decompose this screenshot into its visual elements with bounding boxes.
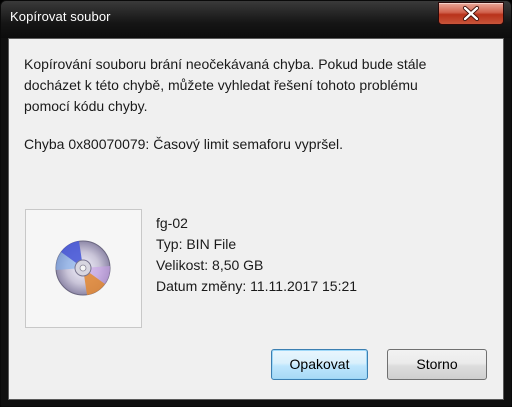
error-code-text: Chyba 0x80070079: Časový limit semaforu … bbox=[24, 136, 344, 152]
file-size: Velikost: 8,50 GB bbox=[156, 257, 264, 273]
title-bar[interactable]: Kopírovat soubor bbox=[1, 1, 511, 38]
disc-image-icon bbox=[55, 240, 111, 296]
error-message: Kopírování souboru brání neočekávaná chy… bbox=[24, 54, 494, 117]
file-name: fg-02 bbox=[156, 215, 188, 231]
message-line: Kopírování souboru brání neočekávaná chy… bbox=[24, 56, 427, 72]
window-title: Kopírovat soubor bbox=[10, 9, 111, 24]
retry-button[interactable]: Opakovat bbox=[271, 349, 368, 380]
file-modified-date: Datum změny: 11.11.2017 15:21 bbox=[156, 278, 358, 294]
message-line: pomocí kódu chyby. bbox=[24, 98, 148, 114]
file-thumbnail bbox=[25, 209, 142, 328]
cancel-button[interactable]: Storno bbox=[387, 349, 487, 380]
file-info: fg-02 Typ: BIN File Velikost: 8,50 GB Da… bbox=[156, 213, 357, 297]
dialog-content: Kopírování souboru brání neočekávaná chy… bbox=[8, 38, 504, 400]
file-type: Typ: BIN File bbox=[156, 236, 237, 252]
dialog-window: Kopírovat soubor Kopírování souboru brán… bbox=[0, 0, 512, 407]
close-icon bbox=[462, 5, 480, 22]
close-button[interactable] bbox=[438, 2, 504, 25]
message-line: docházet k této chybě, můžete vyhledat ř… bbox=[24, 77, 418, 93]
